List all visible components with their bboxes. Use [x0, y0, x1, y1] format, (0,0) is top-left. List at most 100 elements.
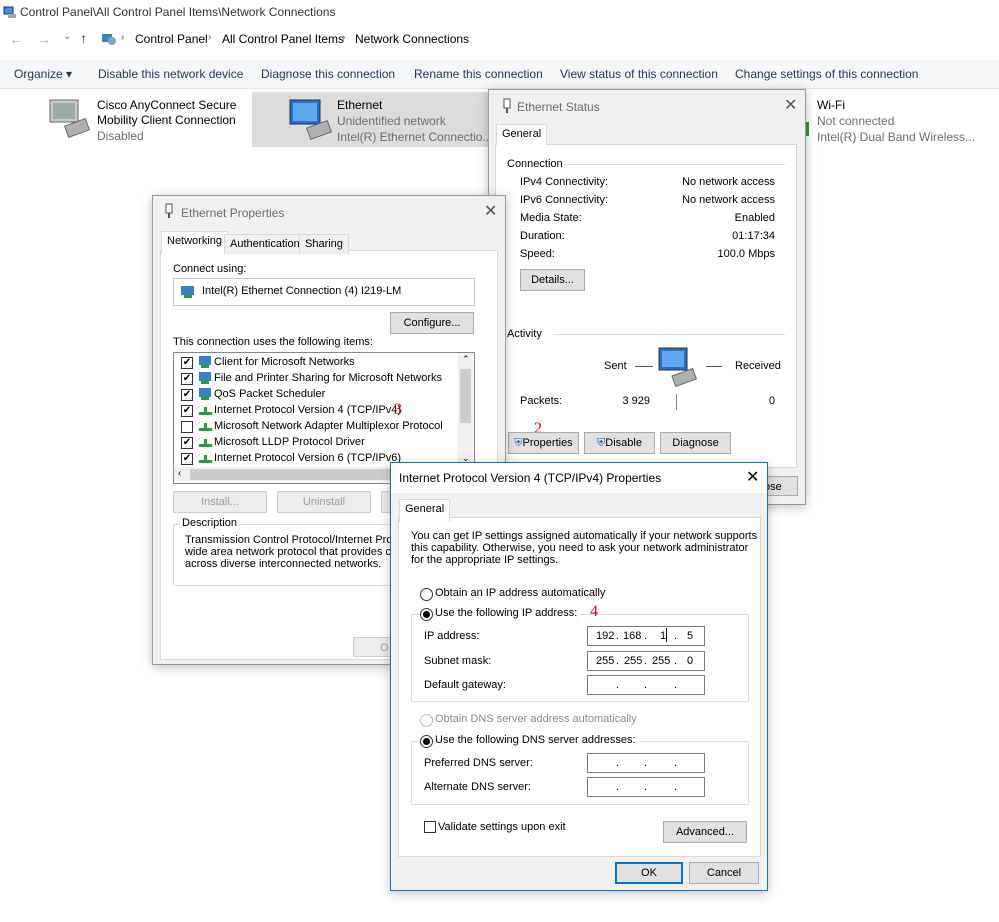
properties-button[interactable]: ⛨Properties	[508, 432, 579, 454]
list-item[interactable]: ✔ QoS Packet Scheduler	[174, 387, 458, 403]
tab-networking[interactable]: Networking	[161, 231, 229, 254]
breadcrumb-control-panel[interactable]: Control Panel	[135, 32, 208, 46]
adapter-name: Wi-Fi	[817, 98, 845, 112]
details-button[interactable]: Details...	[520, 269, 585, 291]
description-line: Transmission Control Protocol/Internet P…	[185, 534, 414, 546]
annotation-3: 3	[394, 401, 402, 418]
obtain-dns-auto-radio[interactable]	[420, 714, 433, 727]
item-checkbox[interactable]: ✔	[181, 437, 193, 449]
ip-address-label: IP address:	[424, 630, 480, 642]
text-cursor	[666, 628, 667, 642]
default-gateway-field[interactable]: . . .	[587, 675, 705, 695]
tab-general[interactable]: General	[496, 124, 548, 145]
disable-button[interactable]: ⛨Disable	[584, 432, 655, 454]
item-checkbox[interactable]: ✔	[181, 405, 193, 417]
scroll-up-icon[interactable]: ⌃	[462, 354, 470, 365]
diagnose-button[interactable]: Diagnose	[660, 432, 731, 454]
recent-chevron-icon[interactable]: ⌄	[63, 31, 71, 42]
list-item[interactable]: ✔ Internet Protocol Version 4 (TCP/IPv4)	[174, 403, 458, 419]
breadcrumb-all-items[interactable]: All Control Panel Items	[222, 32, 344, 46]
list-item[interactable]: Microsoft Network Adapter Multiplexor Pr…	[174, 419, 458, 435]
properties-label: Properties	[522, 437, 573, 449]
change-settings-button[interactable]: Change settings of this connection	[735, 67, 918, 81]
scroll-thumb[interactable]	[190, 469, 390, 480]
list-item[interactable]: ✔ Client for Microsoft Networks	[174, 355, 458, 371]
vertical-scrollbar[interactable]: ⌃ ⌄	[458, 353, 473, 467]
ethernet-status-window: Ethernet Status ✕ General Connection IPv…	[488, 89, 806, 505]
ipv4-connectivity-value: No network access	[682, 176, 775, 188]
item-checkbox[interactable]: ✔	[181, 389, 193, 401]
validate-checkbox[interactable]	[424, 821, 436, 833]
intro-line: for the appropriate IP settings.	[411, 554, 559, 566]
tab-sharing[interactable]: Sharing	[299, 234, 349, 254]
breadcrumb-separator-icon: ›	[208, 32, 212, 43]
adapter-wifi[interactable]: Wi-Fi Not connected Intel(R) Dual Band W…	[800, 92, 999, 147]
network-connections-icon	[3, 6, 16, 18]
title-bar: Control Panel\All Control Panel Items\Ne…	[0, 0, 999, 24]
breadcrumb-separator-icon: ›	[121, 32, 125, 43]
disable-device-button[interactable]: Disable this network device	[98, 67, 243, 81]
subnet-mask-field[interactable]: 255 . 255 . 255 . 0	[587, 651, 705, 671]
tab-authentication[interactable]: Authentication	[224, 234, 306, 254]
mask-octet-4: 0	[687, 655, 694, 667]
use-following-dns-radio[interactable]	[420, 735, 433, 748]
ipv4-connectivity-label: IPv4 Connectivity:	[520, 176, 609, 188]
duration-label: Duration:	[520, 230, 565, 242]
item-checkbox[interactable]: ✔	[181, 373, 193, 385]
octet-dot: .	[616, 630, 620, 642]
address-bar: ← → ⌄ ↑ › Control Panel › All Control Pa…	[0, 28, 999, 50]
scroll-left-icon[interactable]: ‹	[178, 468, 181, 479]
default-gateway-label: Default gateway:	[424, 679, 506, 691]
list-item[interactable]: ✔ File and Printer Sharing for Microsoft…	[174, 371, 458, 387]
forward-icon[interactable]: →	[37, 31, 51, 47]
mask-octet-1: 255	[596, 655, 615, 667]
up-icon[interactable]: ↑	[80, 30, 87, 46]
preferred-dns-field[interactable]: . . .	[587, 753, 705, 773]
list-item[interactable]: ✔ Microsoft LLDP Protocol Driver	[174, 435, 458, 451]
scroll-thumb[interactable]	[460, 369, 471, 423]
obtain-dns-auto-label: Obtain DNS server address automatically	[435, 713, 637, 725]
disable-label: Disable	[605, 437, 642, 449]
ip-octet-2: 168	[623, 630, 642, 642]
protocol-icon	[199, 439, 212, 447]
shield-icon: ⛨	[514, 437, 523, 449]
item-checkbox[interactable]	[181, 421, 193, 433]
configure-button[interactable]: Configure...	[390, 312, 474, 334]
item-checkbox[interactable]: ✔	[181, 453, 193, 465]
close-icon[interactable]: ✕	[784, 95, 797, 115]
rename-connection-button[interactable]: Rename this connection	[414, 67, 543, 81]
breadcrumb-network-connections[interactable]: Network Connections	[355, 32, 469, 46]
alternate-dns-field[interactable]: . . .	[587, 777, 705, 797]
use-following-ip-radio[interactable]	[420, 608, 433, 621]
received-label: Received	[735, 360, 781, 372]
client-icon	[199, 356, 211, 368]
network-card-icon	[181, 286, 194, 298]
ipv6-connectivity-label: IPv6 Connectivity:	[520, 194, 609, 206]
service-icon	[199, 372, 211, 384]
ok-button[interactable]: OK	[615, 862, 683, 884]
item-checkbox[interactable]: ✔	[181, 357, 193, 369]
tab-general[interactable]: General	[399, 499, 451, 522]
ok-button[interactable]: O	[353, 637, 393, 657]
control-panel-icon	[102, 34, 116, 45]
close-icon[interactable]: ✕	[484, 201, 497, 221]
close-icon[interactable]: ✕	[746, 467, 759, 487]
organize-menu[interactable]: Organize ▾	[14, 67, 72, 81]
cancel-button[interactable]: Cancel	[689, 862, 759, 884]
adapter-cisco-anyconnect[interactable]: Cisco AnyConnect Secure Mobility Client …	[40, 92, 250, 147]
diagnose-connection-button[interactable]: Diagnose this connection	[261, 67, 395, 81]
adapter-status: Unidentified network	[337, 114, 446, 128]
advanced-button[interactable]: Advanced...	[663, 821, 747, 843]
install-button[interactable]: Install...	[173, 491, 267, 513]
use-following-dns-label: Use the following DNS server addresses:	[435, 734, 639, 746]
adapter-ethernet[interactable]: Ethernet Unidentified network Intel(R) E…	[252, 92, 492, 147]
back-icon[interactable]: ←	[9, 31, 23, 47]
uninstall-button[interactable]: Uninstall	[277, 491, 371, 513]
view-status-button[interactable]: View status of this connection	[560, 67, 718, 81]
obtain-ip-auto-radio[interactable]	[420, 588, 433, 601]
ip-address-field[interactable]: 192 . 168 . 1 . 5	[587, 626, 705, 646]
item-label: QoS Packet Scheduler	[214, 388, 326, 400]
ethernet-icon	[165, 203, 173, 218]
packets-received-value: 0	[768, 395, 775, 407]
adapter-device: Intel(R) Dual Band Wireless...	[817, 130, 976, 144]
